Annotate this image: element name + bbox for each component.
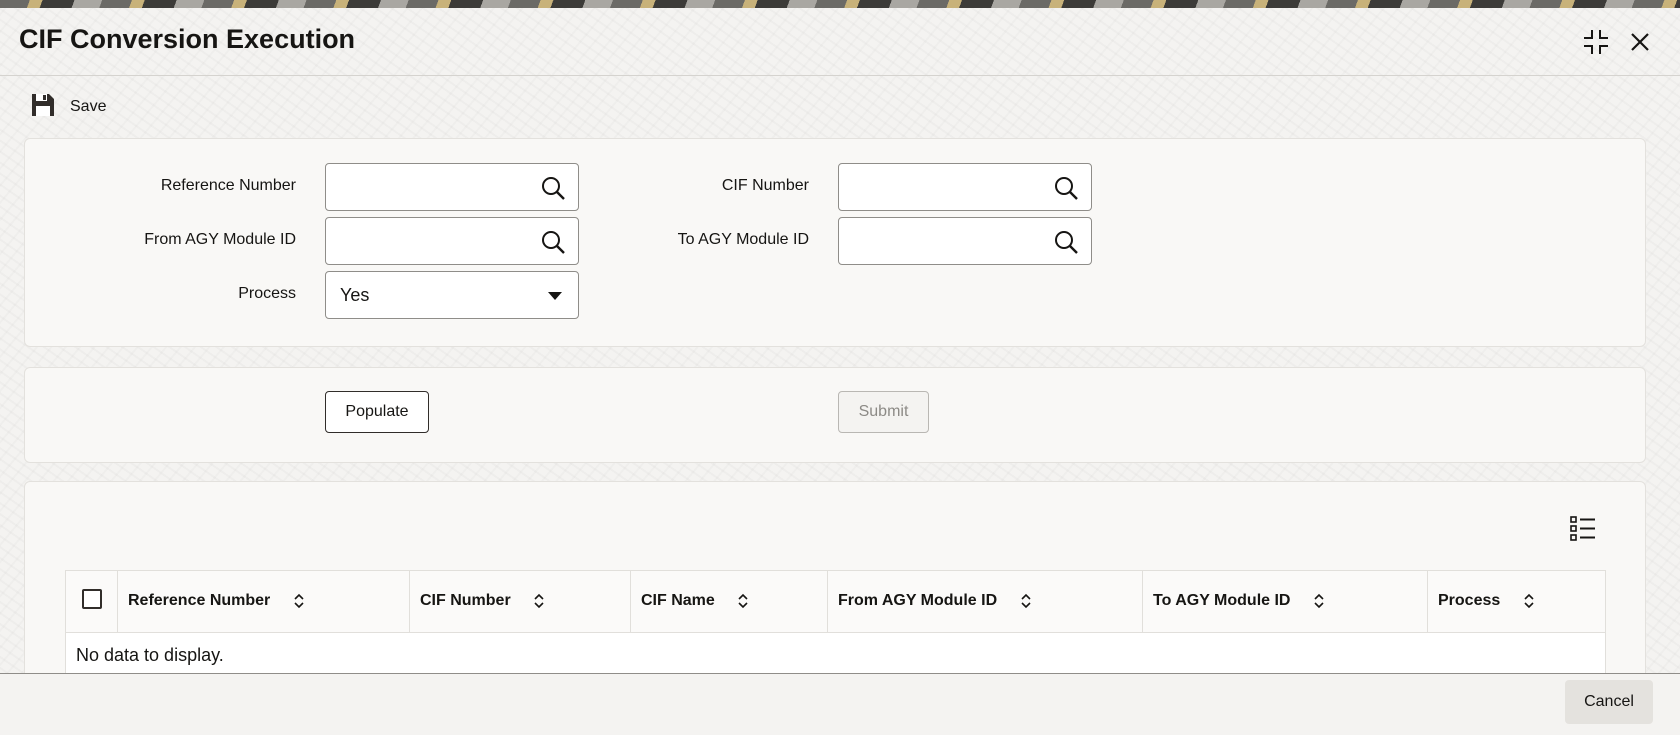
column-header-label: CIF Number bbox=[420, 592, 511, 610]
list-settings-icon[interactable] bbox=[1569, 514, 1597, 542]
sort-icon[interactable] bbox=[737, 592, 749, 610]
search-icon[interactable] bbox=[540, 229, 566, 255]
search-icon[interactable] bbox=[540, 175, 566, 201]
column-header-cif-name[interactable]: CIF Name bbox=[630, 570, 828, 633]
decorative-top-band bbox=[0, 0, 1680, 8]
column-header-label: From AGY Module ID bbox=[838, 592, 998, 610]
column-header-label: Reference Number bbox=[128, 592, 271, 610]
process-select[interactable]: Yes bbox=[325, 271, 579, 319]
from-agy-module-id-label: From AGY Module ID bbox=[144, 231, 296, 248]
to-agy-module-id-label: To AGY Module ID bbox=[677, 231, 809, 248]
column-header-to-agy-module-id[interactable]: To AGY Module ID bbox=[1142, 570, 1428, 633]
criteria-panel: Reference Number CIF Number From AGY Mod… bbox=[24, 138, 1646, 347]
sort-icon[interactable] bbox=[1523, 592, 1535, 610]
reference-number-label: Reference Number bbox=[160, 177, 296, 194]
sort-icon[interactable] bbox=[1020, 592, 1032, 610]
sort-icon[interactable] bbox=[293, 592, 305, 610]
footer-bar: Cancel bbox=[0, 673, 1680, 735]
column-header-process[interactable]: Process bbox=[1427, 570, 1606, 633]
column-header-from-agy-module-id[interactable]: From AGY Module ID bbox=[827, 570, 1143, 633]
save-label: Save bbox=[70, 98, 107, 115]
from-agy-module-id-field[interactable] bbox=[325, 217, 579, 265]
cancel-button[interactable]: Cancel bbox=[1565, 680, 1653, 724]
cif-number-label: CIF Number bbox=[721, 177, 809, 194]
reference-number-field[interactable] bbox=[325, 163, 579, 211]
window-header: CIF Conversion Execution bbox=[0, 8, 1680, 76]
submit-button[interactable]: Submit bbox=[838, 391, 929, 433]
sort-icon[interactable] bbox=[533, 592, 545, 610]
column-header-cif-number[interactable]: CIF Number bbox=[409, 570, 631, 633]
save-button[interactable]: Save bbox=[30, 92, 106, 122]
column-header-reference-number[interactable]: Reference Number bbox=[117, 570, 410, 633]
table-header-row: Reference Number CIF Number CIF Name Fro… bbox=[65, 570, 1606, 633]
search-icon[interactable] bbox=[1053, 175, 1079, 201]
close-icon[interactable] bbox=[1624, 26, 1656, 58]
results-panel: Reference Number CIF Number CIF Name Fro… bbox=[24, 481, 1646, 691]
select-all-checkbox[interactable] bbox=[81, 589, 102, 609]
floppy-disk-icon bbox=[30, 92, 56, 123]
action-panel: Populate Submit bbox=[24, 367, 1646, 463]
empty-row: No data to display. bbox=[65, 632, 1606, 679]
populate-button[interactable]: Populate bbox=[325, 391, 429, 433]
empty-message: No data to display. bbox=[65, 632, 1606, 679]
chevron-down-icon bbox=[548, 292, 562, 300]
column-header-label: CIF Name bbox=[641, 592, 715, 610]
search-icon[interactable] bbox=[1053, 229, 1079, 255]
process-select-value: Yes bbox=[340, 285, 370, 305]
page-title: CIF Conversion Execution bbox=[19, 24, 356, 54]
cif-number-field[interactable] bbox=[838, 163, 1092, 211]
maximize-icon[interactable] bbox=[1580, 26, 1612, 58]
select-all-header bbox=[65, 570, 118, 633]
column-header-label: Process bbox=[1438, 592, 1501, 610]
sort-icon[interactable] bbox=[1313, 592, 1325, 610]
results-table: Reference Number CIF Number CIF Name Fro… bbox=[65, 570, 1606, 679]
to-agy-module-id-field[interactable] bbox=[838, 217, 1092, 265]
process-label: Process bbox=[238, 285, 296, 302]
column-header-label: To AGY Module ID bbox=[1153, 592, 1291, 610]
